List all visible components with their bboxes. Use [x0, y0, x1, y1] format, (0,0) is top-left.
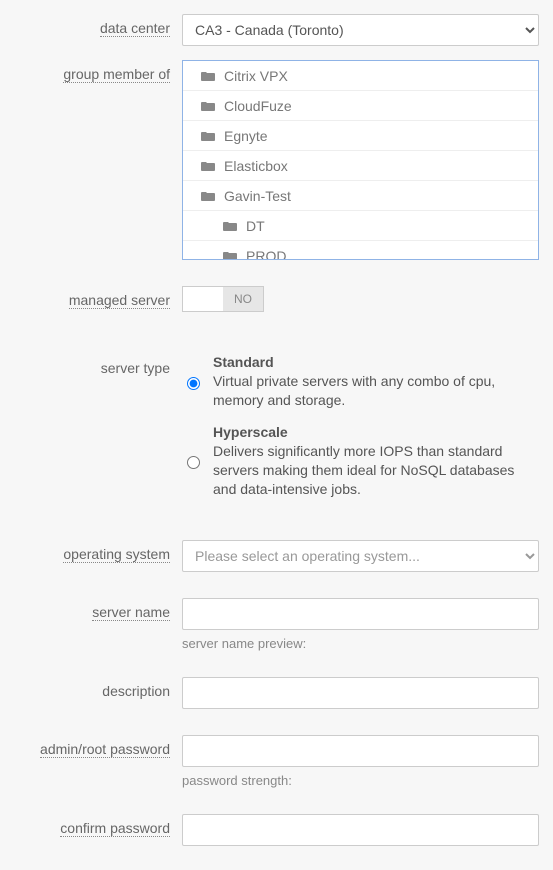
data-center-select[interactable]: CA3 - Canada (Toronto) [182, 14, 539, 46]
server-type-radio[interactable] [187, 357, 200, 410]
folder-icon [201, 160, 215, 172]
server-type-option[interactable]: Hyperscale Delivers significantly more IO… [182, 424, 539, 499]
server-name-preview-label: server name preview: [182, 636, 539, 651]
group-tree-item[interactable]: Elasticbox [183, 151, 538, 181]
group-tree-item-label: DT [246, 218, 265, 234]
group-tree-item-label: Citrix VPX [224, 68, 288, 84]
label-admin-password: admin/root password [14, 735, 182, 757]
row-server-name: server name server name preview: [14, 598, 539, 651]
managed-server-toggle[interactable]: NO [182, 286, 264, 312]
label-text-admin-password: admin/root password [40, 741, 170, 758]
label-description: description [14, 677, 182, 699]
label-server-type: server type [14, 354, 182, 376]
toggle-off-slot: NO [223, 287, 263, 311]
label-text-server-name: server name [92, 604, 170, 621]
folder-icon [201, 190, 215, 202]
server-type-desc: Delivers significantly more IOPS than st… [213, 442, 539, 499]
row-admin-password: admin/root password password strength: [14, 735, 539, 788]
group-tree-item[interactable]: Gavin-Test [183, 181, 538, 211]
row-group-member-of: group member of Citrix VPX CloudFuze Egnyt… [14, 60, 539, 260]
group-tree-item-label: Egnyte [224, 128, 268, 144]
group-tree-item[interactable]: DT [183, 211, 538, 241]
server-type-label: Standard [213, 354, 539, 370]
row-operating-system: operating system Please select an operat… [14, 540, 539, 572]
server-type-desc: Virtual private servers with any combo o… [213, 372, 539, 410]
group-tree-item-label: PROD [246, 248, 286, 261]
group-tree-item[interactable]: Egnyte [183, 121, 538, 151]
label-managed-server: managed server [14, 286, 182, 308]
server-type-radio[interactable] [187, 427, 200, 499]
row-managed-server: managed server NO [14, 286, 539, 314]
label-text-managed-server: managed server [69, 292, 170, 309]
admin-password-input[interactable] [182, 735, 539, 767]
group-tree-item[interactable]: Citrix VPX [183, 61, 538, 91]
confirm-password-input[interactable] [182, 814, 539, 846]
row-data-center: data center CA3 - Canada (Toronto) [14, 14, 539, 46]
password-strength-label: password strength: [182, 773, 539, 788]
label-text-data-center: data center [100, 20, 170, 37]
group-tree[interactable]: Citrix VPX CloudFuze Egnyte Elasticbox Gavin… [182, 60, 539, 260]
group-tree-item-label: Gavin-Test [224, 188, 291, 204]
folder-icon [223, 250, 237, 261]
label-text-group-member-of: group member of [63, 66, 170, 83]
label-group-member-of: group member of [14, 60, 182, 82]
operating-system-select[interactable]: Please select an operating system... [182, 540, 539, 572]
label-operating-system: operating system [14, 540, 182, 562]
group-tree-item[interactable]: PROD [183, 241, 538, 260]
label-text-confirm-password: confirm password [60, 820, 170, 837]
row-server-type: server type Standard Virtual private serv… [14, 354, 539, 512]
toggle-on-slot [183, 287, 223, 311]
label-server-name: server name [14, 598, 182, 620]
group-tree-item[interactable]: CloudFuze [183, 91, 538, 121]
server-name-input[interactable] [182, 598, 539, 630]
label-data-center: data center [14, 14, 182, 36]
label-text-server-type: server type [101, 360, 170, 376]
description-input[interactable] [182, 677, 539, 709]
row-description: description [14, 677, 539, 709]
server-type-label: Hyperscale [213, 424, 539, 440]
group-tree-item-label: CloudFuze [224, 98, 292, 114]
folder-icon [201, 70, 215, 82]
label-text-description: description [102, 683, 170, 699]
folder-icon [223, 220, 237, 232]
server-type-option[interactable]: Standard Virtual private servers with any… [182, 354, 539, 410]
group-tree-item-label: Elasticbox [224, 158, 288, 174]
row-confirm-password: confirm password [14, 814, 539, 846]
label-confirm-password: confirm password [14, 814, 182, 836]
folder-icon [201, 130, 215, 142]
label-text-operating-system: operating system [63, 546, 170, 563]
folder-icon [201, 100, 215, 112]
